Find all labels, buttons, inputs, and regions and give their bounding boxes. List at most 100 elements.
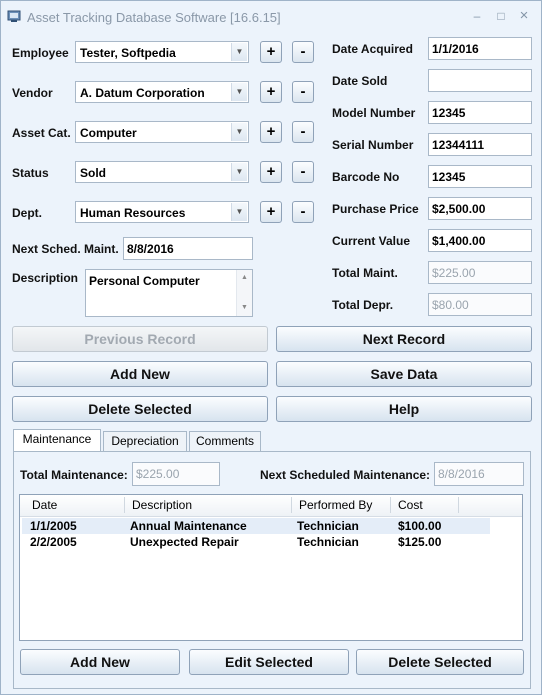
purchase-price-field[interactable]: $2,500.00 — [428, 197, 532, 220]
add-vendor-button[interactable]: + — [260, 81, 282, 103]
tab-comments[interactable]: Comments — [189, 431, 261, 451]
asset-cat-value: Computer — [80, 126, 137, 140]
help-button[interactable]: Help — [276, 396, 532, 422]
serial-number-field[interactable]: 12344111 — [428, 133, 532, 156]
current-value-field[interactable]: $1,400.00 — [428, 229, 532, 252]
chevron-down-icon[interactable]: ▼ — [231, 43, 247, 61]
add-status-button[interactable]: + — [260, 161, 282, 183]
title-bar: Asset Tracking Database Software [16.6.1… — [1, 1, 541, 33]
serial-number-label: Serial Number — [332, 138, 414, 152]
remove-dept-button[interactable]: - — [292, 201, 314, 223]
total-depr-label: Total Depr. — [332, 298, 394, 312]
date-acquired-value: 1/1/2016 — [432, 42, 479, 56]
add-asset-cat-button[interactable]: + — [260, 121, 282, 143]
employee-dropdown[interactable]: Tester, Softpedia ▼ — [75, 41, 249, 63]
column-separator — [291, 497, 292, 513]
remove-vendor-button[interactable]: - — [292, 81, 314, 103]
status-label: Status — [12, 166, 49, 180]
row-performed-by: Technician — [297, 519, 359, 533]
current-value-label: Current Value — [332, 234, 411, 248]
employee-value: Tester, Softpedia — [80, 46, 176, 60]
remove-employee-button[interactable]: - — [292, 41, 314, 63]
chevron-down-icon[interactable]: ▼ — [231, 123, 247, 141]
column-separator — [124, 497, 125, 513]
previous-record-button[interactable]: Previous Record — [12, 326, 268, 352]
add-new-button[interactable]: Add New — [12, 361, 268, 387]
total-maint-field: $225.00 — [428, 261, 532, 284]
next-scheduled-field: 8/8/2016 — [434, 462, 524, 486]
barcode-field[interactable]: 12345 — [428, 165, 532, 188]
column-description[interactable]: Description — [132, 498, 192, 512]
scroll-down-icon[interactable]: ▼ — [237, 304, 252, 311]
row-date: 2/2/2005 — [30, 535, 77, 549]
column-separator — [390, 497, 391, 513]
delete-selected-button[interactable]: Delete Selected — [12, 396, 268, 422]
dept-label: Dept. — [12, 206, 42, 220]
next-maint-field[interactable]: 8/8/2016 — [123, 237, 253, 260]
column-date[interactable]: Date — [32, 498, 57, 512]
maint-add-new-button[interactable]: Add New — [20, 649, 180, 675]
dept-dropdown[interactable]: Human Resources ▼ — [75, 201, 249, 223]
row-description: Unexpected Repair — [130, 535, 239, 549]
table-row[interactable]: 1/1/2005 Annual Maintenance Technician $… — [22, 518, 490, 534]
save-data-button[interactable]: Save Data — [276, 361, 532, 387]
purchase-price-label: Purchase Price — [332, 202, 419, 216]
asset-cat-dropdown[interactable]: Computer ▼ — [75, 121, 249, 143]
vendor-value: A. Datum Corporation — [80, 86, 205, 100]
maintenance-list[interactable]: Date Description Performed By Cost 1/1/2… — [19, 494, 523, 641]
tab-maintenance[interactable]: Maintenance — [13, 429, 101, 451]
total-depr-field: $80.00 — [428, 293, 532, 316]
remove-status-button[interactable]: - — [292, 161, 314, 183]
close-button[interactable]: × — [514, 7, 534, 25]
date-acquired-label: Date Acquired — [332, 42, 413, 56]
description-label: Description — [12, 271, 79, 285]
column-performed-by[interactable]: Performed By — [299, 498, 372, 512]
description-field[interactable]: Personal Computer ▲ ▼ — [85, 269, 253, 317]
maint-delete-selected-button[interactable]: Delete Selected — [356, 649, 524, 675]
vendor-dropdown[interactable]: A. Datum Corporation ▼ — [75, 81, 249, 103]
maint-edit-selected-button[interactable]: Edit Selected — [189, 649, 349, 675]
next-scheduled-label: Next Scheduled Maintenance: — [260, 468, 431, 482]
minimize-button[interactable]: – — [467, 7, 487, 25]
serial-number-value: 12344111 — [432, 138, 485, 152]
next-record-button[interactable]: Next Record — [276, 326, 532, 352]
add-employee-button[interactable]: + — [260, 41, 282, 63]
total-maintenance-label: Total Maintenance: — [20, 468, 128, 482]
table-row[interactable]: 2/2/2005 Unexpected Repair Technician $1… — [22, 534, 490, 550]
chevron-down-icon[interactable]: ▼ — [231, 203, 247, 221]
employee-label: Employee — [12, 46, 69, 60]
model-number-field[interactable]: 12345 — [428, 101, 532, 124]
model-number-value: 12345 — [432, 106, 466, 120]
total-maintenance-value: $225.00 — [136, 467, 180, 481]
app-icon — [7, 10, 21, 22]
purchase-price-value: $2,500.00 — [432, 202, 486, 216]
chevron-down-icon[interactable]: ▼ — [231, 83, 247, 101]
chevron-down-icon[interactable]: ▼ — [231, 163, 247, 181]
status-value: Sold — [80, 166, 106, 180]
column-separator — [458, 497, 459, 513]
row-performed-by: Technician — [297, 535, 359, 549]
next-maint-value: 8/8/2016 — [127, 242, 174, 256]
list-header: Date Description Performed By Cost — [20, 495, 522, 517]
app-window: Asset Tracking Database Software [16.6.1… — [0, 0, 542, 695]
total-depr-value: $80.00 — [432, 298, 469, 312]
window-title: Asset Tracking Database Software [16.6.1… — [27, 10, 281, 25]
tab-depreciation[interactable]: Depreciation — [103, 431, 187, 451]
description-value: Personal Computer — [89, 274, 200, 288]
date-acquired-field[interactable]: 1/1/2016 — [428, 37, 532, 60]
remove-asset-cat-button[interactable]: - — [292, 121, 314, 143]
total-maint-value: $225.00 — [432, 266, 476, 280]
column-cost[interactable]: Cost — [398, 498, 423, 512]
description-scrollbar[interactable]: ▲ ▼ — [236, 270, 252, 316]
row-description: Annual Maintenance — [130, 519, 247, 533]
vendor-label: Vendor — [12, 86, 53, 100]
add-dept-button[interactable]: + — [260, 201, 282, 223]
current-value-value: $1,400.00 — [432, 234, 486, 248]
date-sold-field[interactable] — [428, 69, 532, 92]
main-form: Employee Tester, Softpedia ▼ + - Vendor … — [3, 33, 539, 692]
scroll-up-icon[interactable]: ▲ — [237, 274, 252, 281]
status-dropdown[interactable]: Sold ▼ — [75, 161, 249, 183]
model-number-label: Model Number — [332, 106, 416, 120]
total-maintenance-field: $225.00 — [132, 462, 220, 486]
maximize-button[interactable]: □ — [491, 7, 511, 25]
